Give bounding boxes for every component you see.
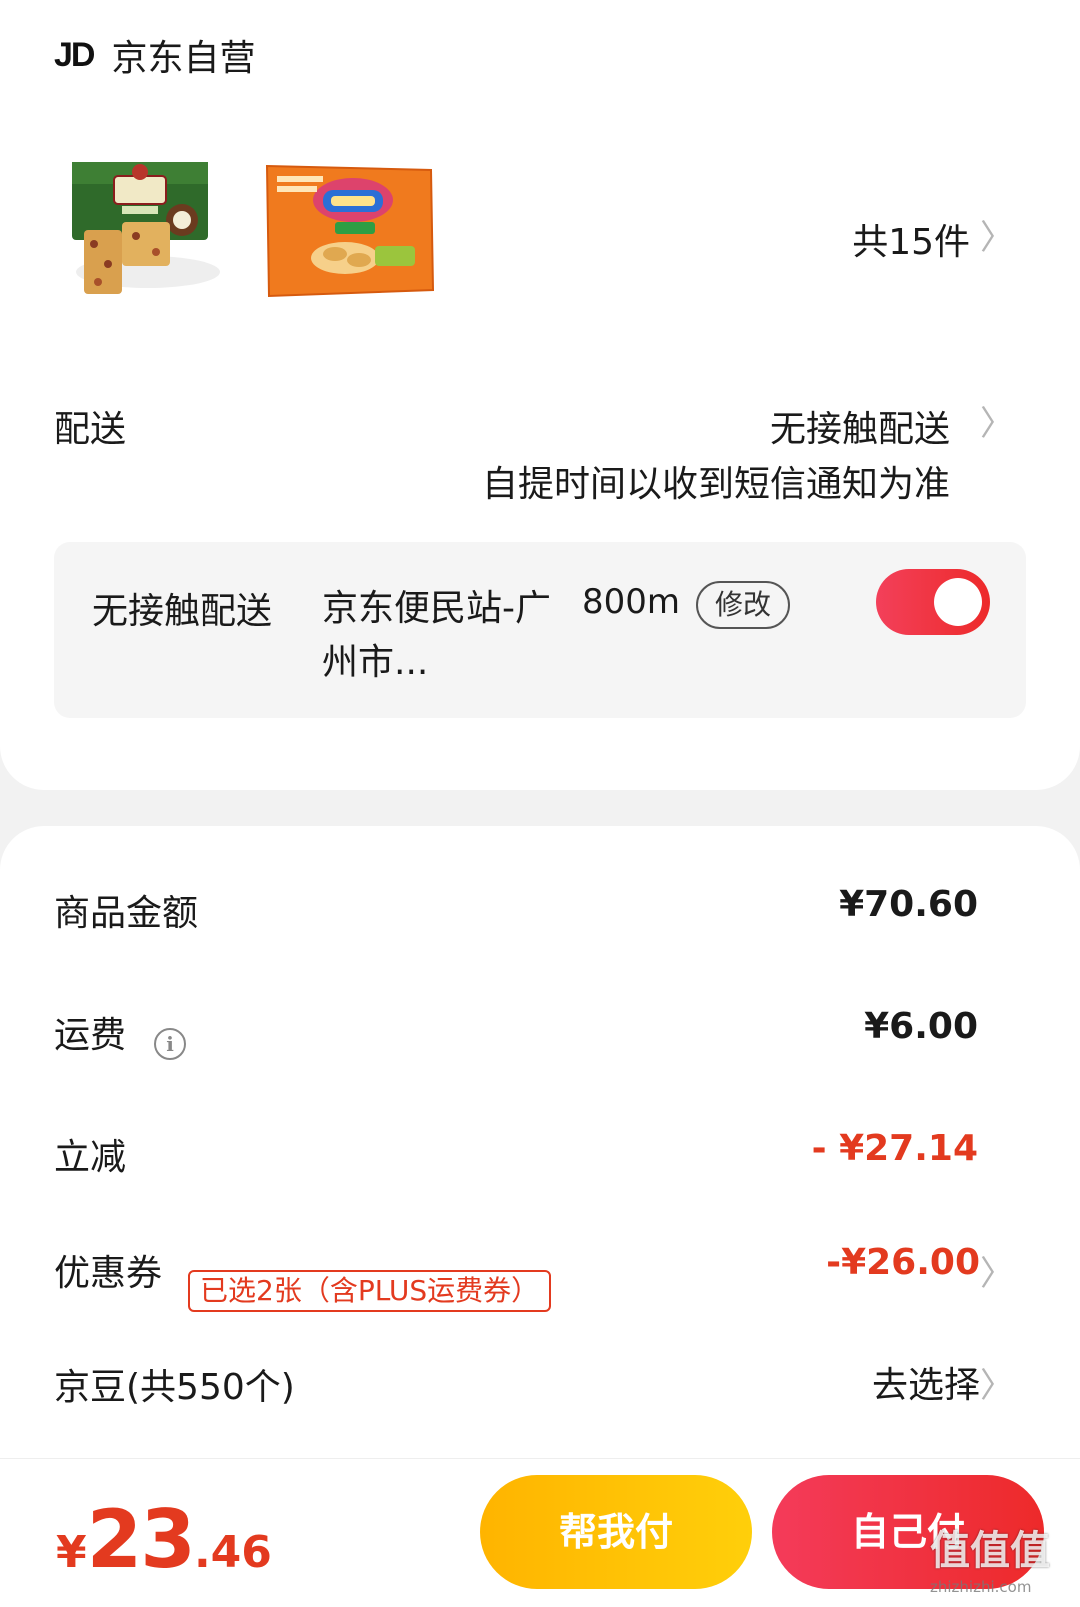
pickup-type: 无接触配送 [92,591,273,632]
shop-name: 京东自营 [111,38,256,79]
coupon-label: 优惠券 [54,1253,163,1294]
beans-select-link[interactable]: 去选择 [872,1356,980,1408]
pickup-distance: 800m [582,582,681,622]
help-pay-button[interactable]: 帮我付 [480,1475,752,1589]
chevron-right-icon: 〉 [980,1254,1014,1294]
checkout-bar: ¥23.46 帮我付 自己付 [0,1458,1080,1607]
chevron-right-icon: 〉 [980,404,1014,444]
order-shop-card: JD 京东自营 共15件 〉 配送 无接触配送 自提时间以收到短信通知为准 〉 … [0,0,1080,790]
shop-header: JD 京东自营 [54,30,255,80]
total-currency: ¥ [56,1527,87,1578]
total-decimal: .46 [193,1527,272,1578]
delivery-note: 自提时间以收到短信通知为准 [481,464,950,505]
subtotal-label: 商品金额 [54,893,199,934]
item-count-text: 共15件 [852,222,970,263]
watermark-url: zhizhizhi.com [930,1578,1032,1596]
total-integer: 23 [86,1493,196,1586]
price-summary-card: 商品金额 ¥70.60 运费 i ¥6.00 立减 - ¥27.14 优惠券 已… [0,826,1080,1466]
pickup-option-box: 无接触配送 京东便民站-广州市... 800m 修改 [54,542,1026,718]
pickup-station: 京东便民站-广州市... [322,588,551,683]
delivery-method[interactable]: 无接触配送 [770,400,950,452]
chevron-right-icon: 〉 [980,218,1014,258]
pickup-edit-button[interactable]: 修改 [696,581,790,629]
jd-logo: JD [54,35,95,74]
discount-value: - ¥27.14 [811,1128,978,1169]
product-thumbnail-snack-bag[interactable] [265,160,435,310]
pickup-toggle[interactable] [876,569,990,635]
shipping-label: 运费 [54,1015,127,1056]
discount-label: 立减 [54,1137,127,1178]
product-thumbnail-granola-bar[interactable] [70,160,220,310]
subtotal-value: ¥70.60 [839,884,978,925]
coupon-value[interactable]: -¥26.00 [826,1242,980,1283]
toggle-knob [934,578,982,626]
coupon-selected-tag[interactable]: 已选2张（含PLUS运费券） [188,1270,552,1312]
watermark-logo: 值值值 [930,1528,1050,1574]
item-count-link[interactable]: 共15件 [852,213,970,265]
delivery-label: 配送 [54,409,127,450]
shipping-value: ¥6.00 [864,1006,978,1047]
total-price: ¥23.46 [56,1493,272,1586]
chevron-right-icon: 〉 [980,1366,1014,1406]
info-icon[interactable]: i [154,1028,186,1060]
beans-label: 京豆(共550个) [54,1367,295,1408]
